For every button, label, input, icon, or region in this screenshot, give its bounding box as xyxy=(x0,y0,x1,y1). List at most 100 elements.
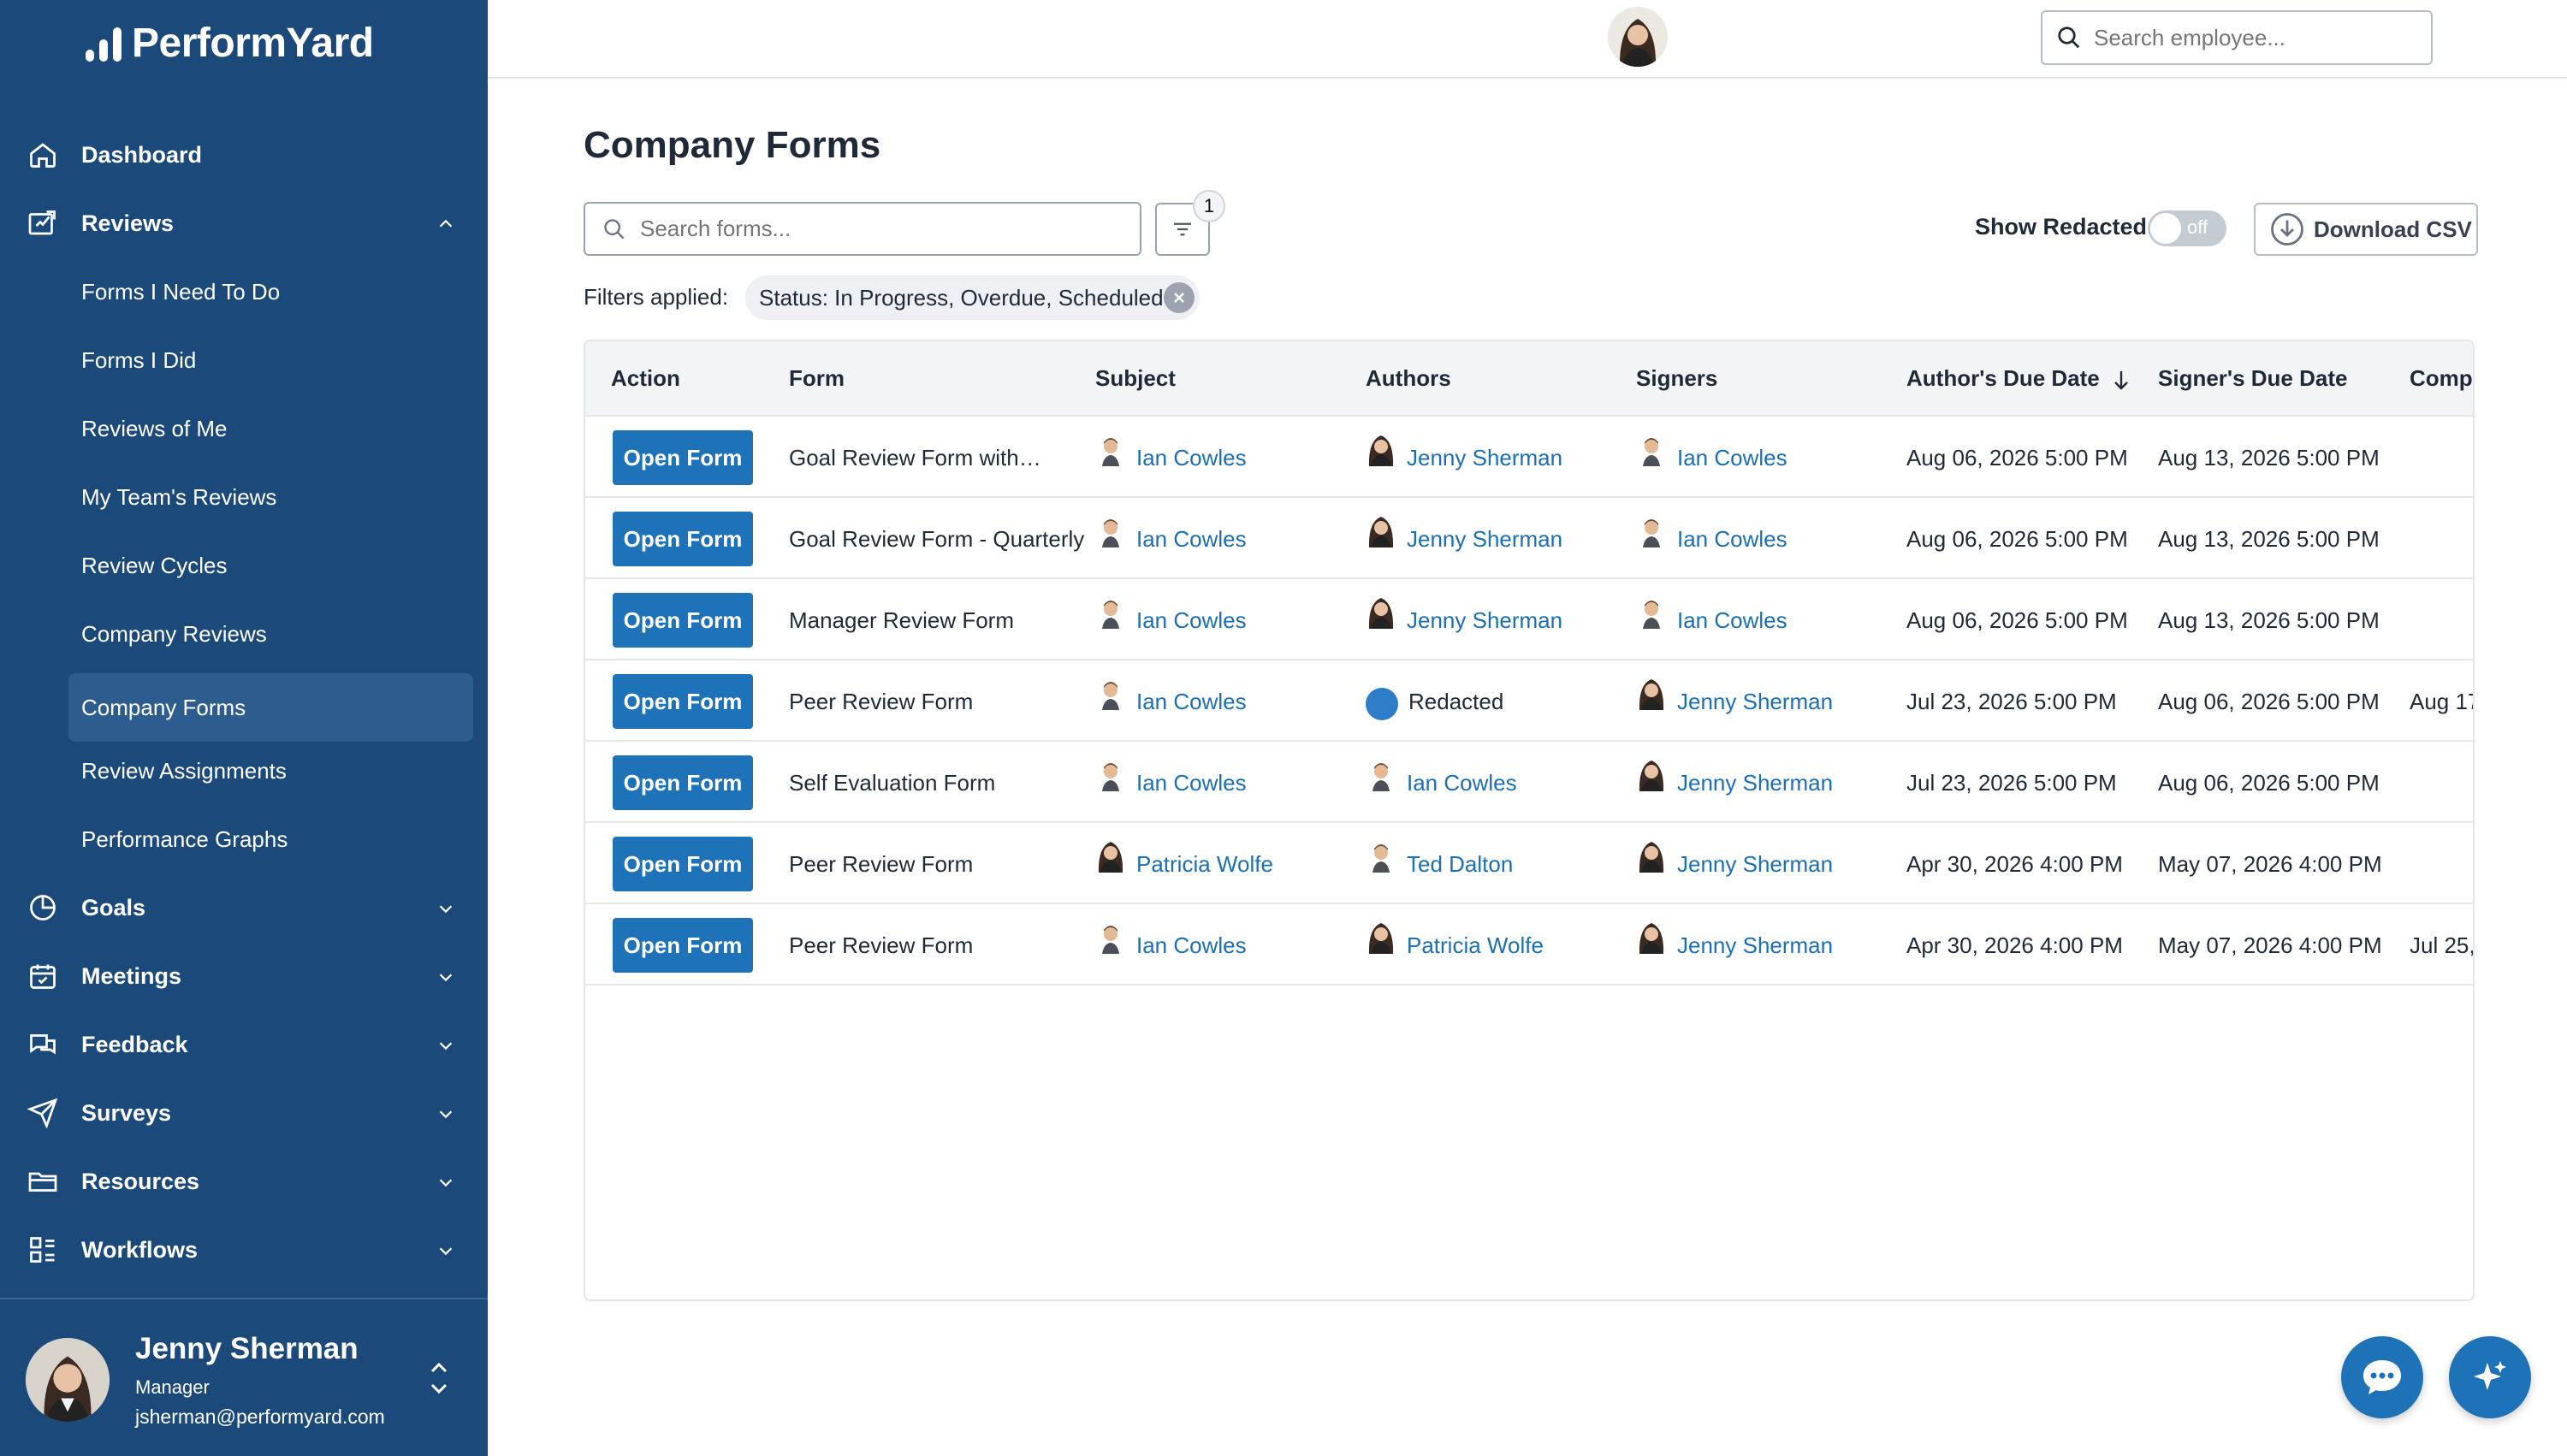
sidebar-subitem-label: Reviews of Me xyxy=(81,415,228,441)
signer-link-name[interactable]: Ian Cowles xyxy=(1677,526,1787,553)
signer-link[interactable]: Jenny Sherman xyxy=(1636,920,1833,959)
column-header-signers[interactable]: Signers xyxy=(1636,365,1717,392)
top-avatar[interactable] xyxy=(1608,7,1668,67)
chevron-down-icon[interactable] xyxy=(436,1036,455,1055)
column-header-subject[interactable]: Subject xyxy=(1095,365,1176,392)
signer-link-name[interactable]: Jenny Sherman xyxy=(1677,851,1833,878)
sidebar-item-reviews[interactable]: Reviews xyxy=(0,189,488,257)
author-link-name[interactable]: Ian Cowles xyxy=(1407,770,1517,796)
author-link-name[interactable]: Jenny Sherman xyxy=(1407,445,1562,471)
subject-link[interactable]: Ian Cowles xyxy=(1095,920,1247,959)
subject-link-name[interactable]: Ian Cowles xyxy=(1136,932,1247,959)
subject-link[interactable]: Ian Cowles xyxy=(1095,595,1247,634)
author-link[interactable]: Ted Dalton xyxy=(1366,838,1513,878)
sidebar-item-workflows[interactable]: Workflows xyxy=(0,1216,488,1284)
subject-link[interactable]: Ian Cowles xyxy=(1095,757,1247,796)
subject-link[interactable]: Ian Cowles xyxy=(1095,432,1247,471)
user-email: jsherman@performyard.com xyxy=(135,1406,385,1428)
user-profile[interactable]: Jenny Sherman Manager jsherman@performya… xyxy=(0,1298,488,1456)
author-link-name[interactable]: Jenny Sherman xyxy=(1407,526,1562,553)
sidebar-item-goals[interactable]: Goals xyxy=(0,873,488,942)
author-link[interactable]: Jenny Sherman xyxy=(1366,595,1562,634)
show-redacted-toggle[interactable]: off xyxy=(2148,210,2226,246)
open-form-button[interactable]: Open Form xyxy=(613,512,753,566)
signer-link[interactable]: Jenny Sherman xyxy=(1636,838,1833,878)
download-csv-button[interactable]: Download CSV xyxy=(2254,203,2478,256)
avatar-icon xyxy=(1639,842,1664,873)
sidebar-subitem-label: Review Assignments xyxy=(81,757,287,784)
chevron-down-icon[interactable] xyxy=(436,1104,455,1123)
remove-filter-button[interactable] xyxy=(1164,282,1195,313)
chevron-down-icon[interactable] xyxy=(436,968,455,986)
column-header-completed[interactable]: Compl xyxy=(2410,365,2473,392)
signer-link-name[interactable]: Ian Cowles xyxy=(1677,445,1787,471)
page-title: Company Forms xyxy=(584,124,881,166)
author-link-name[interactable]: Patricia Wolfe xyxy=(1407,932,1544,959)
signer-link-name[interactable]: Jenny Sherman xyxy=(1677,932,1833,959)
expand-collapse-icon[interactable] xyxy=(428,1352,450,1404)
chat-button[interactable] xyxy=(2341,1336,2423,1418)
subject-link[interactable]: Ian Cowles xyxy=(1095,513,1247,553)
sidebar-item-dashboard[interactable]: Dashboard xyxy=(0,121,488,189)
sidebar-item-surveys[interactable]: Surveys xyxy=(0,1079,488,1147)
chevron-down-icon[interactable] xyxy=(436,1173,455,1192)
subject-link-name[interactable]: Ian Cowles xyxy=(1136,445,1247,471)
performyard-logo[interactable]: PerformYard xyxy=(86,19,374,67)
sidebar-subitem-company-forms[interactable]: Company Forms xyxy=(0,668,488,742)
signer-link[interactable]: Jenny Sherman xyxy=(1636,757,1833,796)
sidebar-subitem-performance-graphs[interactable]: Performance Graphs xyxy=(0,805,488,873)
signer-link-name[interactable]: Ian Cowles xyxy=(1677,607,1787,634)
forms-search-input[interactable] xyxy=(640,216,1136,242)
ai-assistant-button[interactable] xyxy=(2449,1336,2531,1418)
sort-down-icon xyxy=(2113,371,2128,390)
sidebar-subitem-reviews-of-me[interactable]: Reviews of Me xyxy=(0,394,488,463)
employee-search[interactable] xyxy=(2041,10,2433,65)
author-link[interactable]: Ian Cowles xyxy=(1366,757,1517,796)
subject-link-name[interactable]: Ian Cowles xyxy=(1136,607,1247,634)
sidebar-subitem-forms-i-need-to-do[interactable]: Forms I Need To Do xyxy=(0,257,488,326)
signer-link[interactable]: Ian Cowles xyxy=(1636,432,1787,471)
sidebar-subitem-review-cycles[interactable]: Review Cycles xyxy=(0,531,488,600)
column-header-authors-due-date[interactable]: Author's Due Date xyxy=(1906,365,2131,392)
signer-link[interactable]: Jenny Sherman xyxy=(1636,676,1833,715)
author-link-name[interactable]: Ted Dalton xyxy=(1407,851,1513,878)
chevron-up-icon[interactable] xyxy=(436,215,455,234)
sidebar-item-feedback[interactable]: Feedback xyxy=(0,1010,488,1079)
column-header-authors[interactable]: Authors xyxy=(1366,365,1451,392)
signer-link[interactable]: Ian Cowles xyxy=(1636,513,1787,553)
sidebar-subitem-review-assignments[interactable]: Review Assignments xyxy=(0,737,488,805)
subject-link-name[interactable]: Ian Cowles xyxy=(1136,770,1247,796)
column-header-form[interactable]: Form xyxy=(789,365,845,392)
sidebar-subitem-forms-i-did[interactable]: Forms I Did xyxy=(0,326,488,394)
author-link[interactable]: Jenny Sherman xyxy=(1366,513,1562,553)
sidebar-subitem-my-teams-reviews[interactable]: My Team's Reviews xyxy=(0,463,488,531)
open-form-button[interactable]: Open Form xyxy=(613,674,753,729)
open-form-button[interactable]: Open Form xyxy=(613,837,753,891)
chevron-down-icon[interactable] xyxy=(436,1241,455,1260)
author-link[interactable]: Patricia Wolfe xyxy=(1366,920,1544,959)
sidebar-item-resources[interactable]: Resources xyxy=(0,1147,488,1216)
signer-link-name[interactable]: Jenny Sherman xyxy=(1677,689,1833,715)
open-form-button[interactable]: Open Form xyxy=(613,593,753,648)
open-form-button[interactable]: Open Form xyxy=(613,918,753,973)
signer-link-name[interactable]: Jenny Sherman xyxy=(1677,770,1833,796)
open-form-button[interactable]: Open Form xyxy=(613,430,753,485)
sidebar-item-label: Surveys xyxy=(81,1099,172,1126)
subject-link-name[interactable]: Ian Cowles xyxy=(1136,526,1247,553)
open-form-button[interactable]: Open Form xyxy=(613,755,753,810)
subject-link-name[interactable]: Ian Cowles xyxy=(1136,689,1247,715)
column-header-signers-due-date[interactable]: Signer's Due Date xyxy=(2158,365,2347,392)
signer-link[interactable]: Ian Cowles xyxy=(1636,595,1787,634)
sidebar-item-meetings[interactable]: Meetings xyxy=(0,942,488,1010)
subject-link[interactable]: Patricia Wolfe xyxy=(1095,838,1273,878)
employee-search-input[interactable] xyxy=(2094,24,2419,51)
subject-link[interactable]: Ian Cowles xyxy=(1095,676,1247,715)
author-link-name[interactable]: Jenny Sherman xyxy=(1407,607,1562,634)
chevron-down-icon[interactable] xyxy=(436,899,455,918)
forms-search[interactable] xyxy=(584,202,1141,256)
author-link[interactable]: Jenny Sherman xyxy=(1366,432,1562,471)
subject-link-name[interactable]: Patricia Wolfe xyxy=(1136,851,1273,878)
avatar-icon xyxy=(1102,519,1119,547)
sidebar-subitem-company-reviews[interactable]: Company Reviews xyxy=(0,600,488,668)
sidebar-nav: Dashboard Reviews Forms I Need To Do For… xyxy=(0,121,488,1284)
